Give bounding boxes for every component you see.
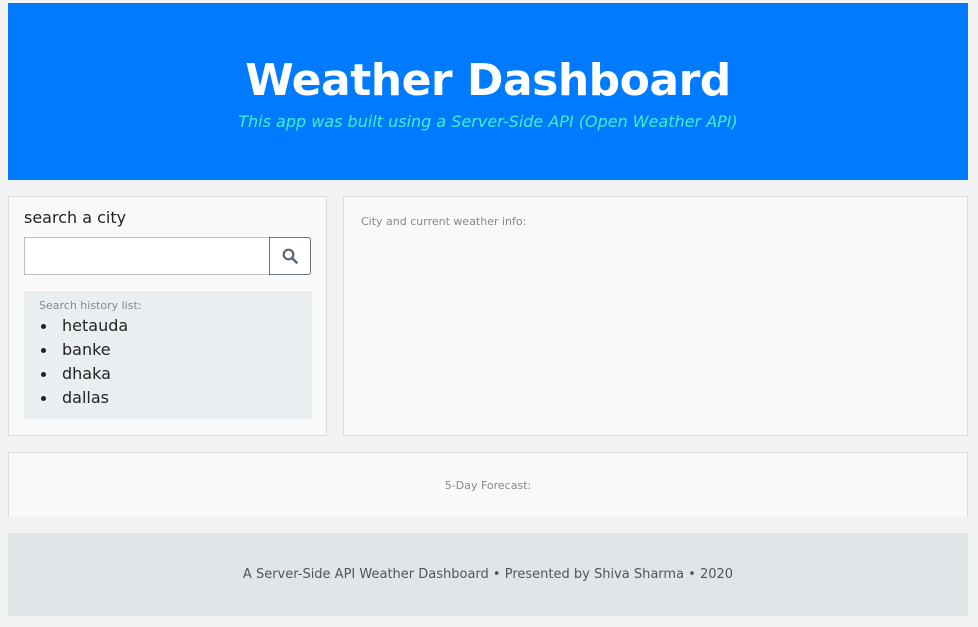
- city-search-input[interactable]: [24, 237, 270, 275]
- current-weather-panel: City and current weather info:: [343, 196, 968, 436]
- history-item-dhaka[interactable]: dhaka: [39, 362, 128, 386]
- history-item-hetauda[interactable]: hetauda: [39, 314, 128, 338]
- forecast-title: 5-Day Forecast:: [444, 479, 532, 492]
- search-button[interactable]: [269, 237, 311, 275]
- page-header: Weather Dashboard This app was built usi…: [8, 3, 968, 180]
- current-weather-title: City and current weather info:: [361, 215, 527, 228]
- search-panel: search a city Search history list: hetau…: [8, 196, 327, 436]
- page-title: Weather Dashboard: [245, 55, 731, 106]
- footer-text: A Server-Side API Weather Dashboard • Pr…: [242, 567, 734, 582]
- search-label: search a city: [24, 208, 127, 227]
- page-footer: A Server-Side API Weather Dashboard • Pr…: [8, 533, 968, 616]
- history-item-dallas[interactable]: dallas: [39, 386, 128, 410]
- search-history: Search history list: hetauda banke dhaka…: [24, 291, 312, 419]
- page-subtitle: This app was built using a Server-Side A…: [238, 112, 738, 131]
- search-history-list: hetauda banke dhaka dallas: [39, 314, 128, 410]
- search-history-title: Search history list:: [39, 299, 142, 312]
- history-item-banke[interactable]: banke: [39, 338, 128, 362]
- search-icon: [282, 248, 298, 264]
- forecast-panel: 5-Day Forecast:: [8, 452, 968, 517]
